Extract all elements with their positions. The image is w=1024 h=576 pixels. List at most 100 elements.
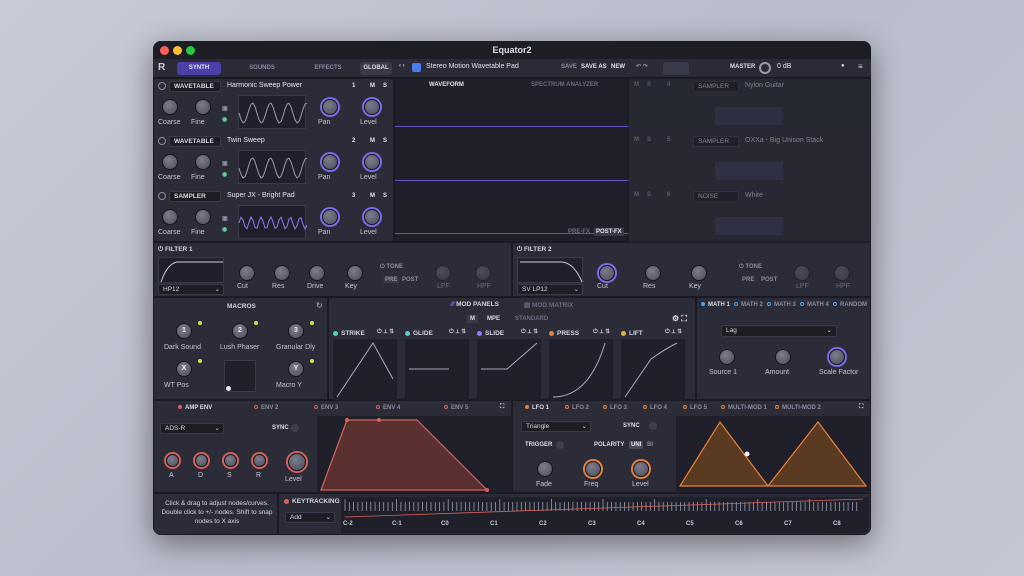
new-button[interactable]: NEW <box>611 64 625 70</box>
tab-multi-mod-1[interactable]: MULTI-MOD 1 <box>721 405 767 411</box>
osc-level-knob[interactable] <box>364 99 380 115</box>
mod-panel-graph[interactable] <box>405 339 469 401</box>
osc-solo-button[interactable]: S <box>383 83 387 89</box>
lfo-bi-button[interactable]: BI <box>647 442 653 448</box>
filter-1-res-knob[interactable] <box>274 265 290 281</box>
preset-name[interactable]: Stereo Motion Wavetable Pad <box>426 63 519 70</box>
osc-wave-display[interactable] <box>238 205 308 239</box>
osc-power-icon[interactable] <box>158 137 166 145</box>
macro-knob-y[interactable]: Y <box>288 361 304 377</box>
filter-1-hpf-knob[interactable] <box>475 265 491 281</box>
osc-type-select[interactable]: WAVETABLE <box>169 81 221 92</box>
tab-math-2[interactable]: MATH 2 <box>734 302 763 308</box>
save-icon[interactable]: ▣ <box>222 160 228 167</box>
osc-solo-button[interactable]: S <box>647 82 651 88</box>
osc-preset-name[interactable]: Super JX - Bright Pad <box>227 192 295 199</box>
osc-mute-button[interactable]: M <box>370 193 375 199</box>
keytracking-graph[interactable]: C-2 C-1 C0 C1 C2 C3 C4 C5 C6 C7 C8 <box>341 497 869 533</box>
osc-solo-button[interactable]: S <box>383 193 387 199</box>
filter-2-curve[interactable] <box>517 257 583 283</box>
filter-2-type-select[interactable]: SV LP12 ⌄ <box>517 284 583 295</box>
filter-1-type-select[interactable]: HP12 ⌄ <box>158 284 224 295</box>
tab-synth[interactable]: SYNTH <box>177 62 221 75</box>
osc-solo-button[interactable]: S <box>647 137 651 143</box>
osc-wave-display[interactable] <box>715 107 783 125</box>
lfo-freq-knob[interactable] <box>585 461 601 477</box>
mod-route-icons[interactable]: ⏻ ⊥ ⇅ <box>449 329 466 336</box>
pre-fx-button[interactable]: PRE-FX <box>568 229 590 235</box>
macro-knob-1[interactable]: 1 <box>176 323 192 339</box>
tab-lfo-2[interactable]: LFO 2 <box>565 405 589 411</box>
tab-lfo-1[interactable]: LFO 1 <box>525 405 549 411</box>
tab-lfo-4[interactable]: LFO 4 <box>643 405 667 411</box>
save-icon[interactable]: ▣ <box>222 105 228 112</box>
osc-coarse-knob[interactable] <box>162 154 178 170</box>
env-curve[interactable] <box>317 416 513 494</box>
macro-knob-2[interactable]: 2 <box>232 323 248 339</box>
filter-2-lpf-knob[interactable] <box>794 265 810 281</box>
osc-pan-knob[interactable] <box>322 154 338 170</box>
osc-mute-button[interactable]: M <box>634 82 639 88</box>
osc-wave-display[interactable] <box>715 162 783 180</box>
mod-panel-graph[interactable] <box>549 339 613 401</box>
lfo-shape-select[interactable]: Triangle ⌄ <box>521 421 591 432</box>
lfo-uni-button[interactable]: UNI <box>629 441 644 449</box>
lfo-trigger-toggle[interactable] <box>556 441 564 449</box>
mod-route-icons[interactable]: ⏻ ⊥ ⇅ <box>665 329 682 336</box>
tab-env-2[interactable]: ENV 2 <box>254 405 278 411</box>
env-d-knob[interactable] <box>195 454 208 467</box>
osc-type-select[interactable]: WAVETABLE <box>169 136 221 147</box>
master-knob[interactable] <box>759 62 771 74</box>
tab-math-3[interactable]: MATH 3 <box>767 302 796 308</box>
osc-preset-name[interactable]: Nylon Guitar <box>745 82 784 89</box>
osc-type-select[interactable]: NOISE <box>693 191 739 202</box>
env-sync-toggle[interactable] <box>291 424 299 432</box>
mod-panel-graph[interactable] <box>477 339 541 401</box>
filter-1-key-knob[interactable] <box>347 265 363 281</box>
tab-multi-mod-2[interactable]: MULTI-MOD 2 <box>775 405 821 411</box>
tab-env-3[interactable]: ENV 3 <box>314 405 338 411</box>
osc-preset-name[interactable]: White <box>745 192 763 199</box>
env-level-knob[interactable] <box>288 453 306 471</box>
tab-effects[interactable]: EFFECTS <box>303 62 353 75</box>
minimize-button[interactable] <box>173 46 182 55</box>
tab-lfo-3[interactable]: LFO 3 <box>603 405 627 411</box>
env-s-knob[interactable] <box>224 454 237 467</box>
osc-coarse-knob[interactable] <box>162 209 178 225</box>
lfo-curve[interactable] <box>676 416 871 494</box>
osc-pan-knob[interactable] <box>322 99 338 115</box>
maximize-button[interactable] <box>186 46 195 55</box>
mpe-button[interactable]: MPE <box>487 316 500 322</box>
math-amount-knob[interactable] <box>775 349 791 365</box>
tab-amp-env[interactable]: AMP ENV <box>178 405 212 411</box>
osc-level-knob[interactable] <box>364 154 380 170</box>
osc-solo-button[interactable]: S <box>647 192 651 198</box>
osc-type-select[interactable]: SAMPLER <box>169 191 221 202</box>
menu-icon[interactable]: ≡ <box>858 62 863 71</box>
lfo-level-knob[interactable] <box>633 461 649 477</box>
filter-2-cut-knob[interactable] <box>599 265 615 281</box>
filter-2-res-knob[interactable] <box>645 265 661 281</box>
osc-solo-button[interactable]: S <box>383 138 387 144</box>
env-expand-icon[interactable]: ⛶ <box>500 404 504 411</box>
osc-power-icon[interactable] <box>158 82 166 90</box>
mod-route-icons[interactable]: ⏻ ⊥ ⇅ <box>593 329 610 336</box>
osc-power-icon[interactable] <box>158 192 166 200</box>
post-fx-button[interactable]: POST-FX <box>594 228 624 236</box>
osc-fine-knob[interactable] <box>195 209 211 225</box>
eye-icon[interactable]: ◉ <box>222 116 227 123</box>
filter-1-curve[interactable] <box>158 257 224 283</box>
eye-icon[interactable]: ◉ <box>222 226 227 233</box>
osc-wave-display[interactable] <box>715 217 783 235</box>
osc-preset-name[interactable]: Twin Sweep <box>227 137 265 144</box>
filter-2-tone[interactable]: ⏻ TONE <box>739 264 762 271</box>
tab-mod-panels[interactable]: ⁄⁄⁄ MOD PANELS <box>451 301 499 308</box>
osc-preset-name[interactable]: OXXa - Big Unison Stack <box>745 137 823 144</box>
tab-lfo-5[interactable]: LFO 5 <box>683 405 707 411</box>
close-button[interactable] <box>160 46 169 55</box>
osc-type-select[interactable]: SAMPLER <box>693 81 739 92</box>
mod-route-icons[interactable]: ⏻ ⊥ ⇅ <box>377 329 394 336</box>
filter-1-tone[interactable]: ⏻ TONE <box>380 264 403 271</box>
xy-pad-dot[interactable] <box>226 386 231 391</box>
filter-2-key-knob[interactable] <box>691 265 707 281</box>
